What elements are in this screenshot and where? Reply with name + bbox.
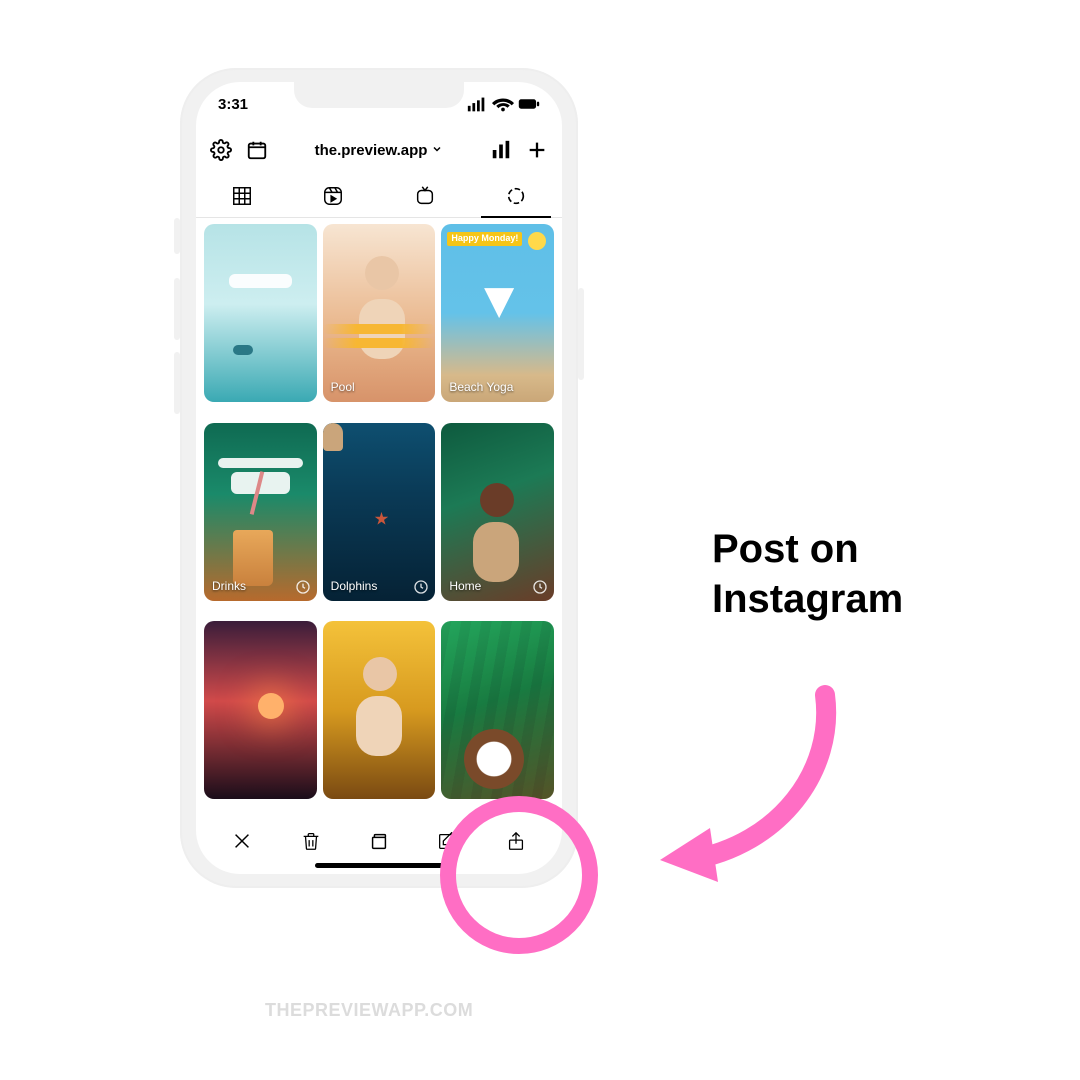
- sun-icon: [528, 232, 546, 250]
- tab-igtv[interactable]: [379, 174, 471, 217]
- account-switcher[interactable]: the.preview.app: [315, 142, 444, 159]
- watermark: THEPREVIEWAPP.COM: [265, 1000, 473, 1021]
- status-time: 3:31: [218, 96, 248, 113]
- story-tile[interactable]: [441, 621, 554, 799]
- story-label: Dolphins: [331, 579, 378, 593]
- story-tile[interactable]: [323, 621, 436, 799]
- story-tile[interactable]: [204, 621, 317, 799]
- story-tile[interactable]: Home: [441, 423, 554, 601]
- clock-icon: [413, 579, 429, 595]
- tab-grid[interactable]: [196, 174, 288, 217]
- callout-line-2: Instagram: [712, 574, 903, 624]
- story-label: Drinks: [212, 579, 246, 593]
- username-label: the.preview.app: [315, 142, 428, 159]
- annotation-circle: [440, 796, 598, 954]
- phone-frame: 3:31: [180, 68, 578, 888]
- side-button: [174, 218, 180, 254]
- chevron-down-icon: [431, 142, 443, 159]
- phone-notch: [294, 82, 464, 108]
- stories-grid: Pool Happy Monday! Beach Yoga Drinks Dol…: [204, 224, 554, 814]
- volume-up-button: [174, 278, 180, 340]
- callout-line-1: Post on: [712, 524, 903, 574]
- trash-icon[interactable]: [300, 830, 322, 852]
- story-badge: Happy Monday!: [447, 232, 522, 246]
- story-tile[interactable]: Pool: [323, 224, 436, 402]
- story-tile[interactable]: Drinks: [204, 423, 317, 601]
- story-tile[interactable]: [204, 224, 317, 402]
- annotation-arrow: [600, 650, 860, 910]
- close-icon[interactable]: [231, 830, 253, 852]
- tab-stories[interactable]: [471, 174, 563, 217]
- tab-reels[interactable]: [288, 174, 380, 217]
- clock-icon: [532, 579, 548, 595]
- cellular-icon: [466, 93, 488, 115]
- story-label: Pool: [331, 380, 355, 394]
- power-button: [578, 288, 584, 380]
- app-nav: the.preview.app: [196, 130, 562, 170]
- clock-icon: [295, 579, 311, 595]
- stack-icon[interactable]: [368, 830, 390, 852]
- story-label: Beach Yoga: [449, 380, 513, 394]
- home-indicator: [315, 863, 443, 868]
- calendar-icon[interactable]: [246, 139, 268, 161]
- battery-icon: [518, 93, 540, 115]
- volume-down-button: [174, 352, 180, 414]
- callout-text: Post on Instagram: [712, 524, 903, 624]
- gear-icon[interactable]: [210, 139, 232, 161]
- content-tabs: [196, 174, 562, 218]
- phone-screen: 3:31: [196, 82, 562, 874]
- analytics-icon[interactable]: [490, 139, 512, 161]
- add-icon[interactable]: [526, 139, 548, 161]
- story-label: Home: [449, 579, 481, 593]
- wifi-icon: [492, 93, 514, 115]
- story-tile[interactable]: Happy Monday! Beach Yoga: [441, 224, 554, 402]
- story-tile[interactable]: Dolphins: [323, 423, 436, 601]
